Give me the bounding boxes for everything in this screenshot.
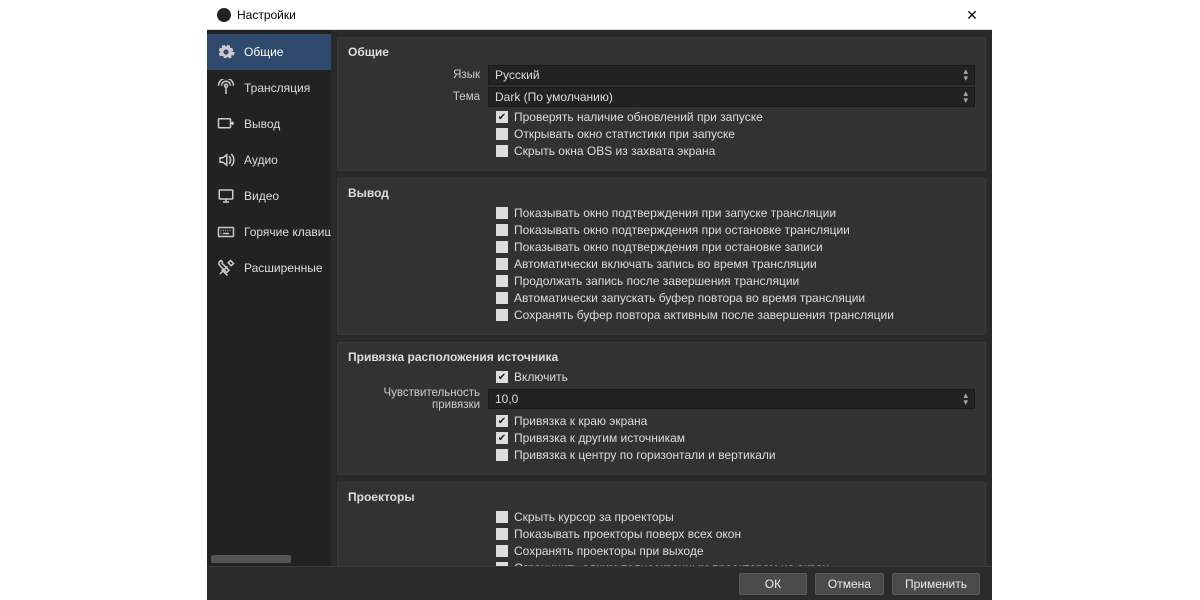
content-area: Общие Язык Русский ▴▾ Тема Dark (По умо [331,30,992,566]
chevron-updown-icon: ▴▾ [963,68,968,82]
titlebar: Настройки ✕ [207,0,992,30]
language-combo[interactable]: Русский ▴▾ [488,65,975,85]
speaker-icon [215,151,237,169]
group-title: Общие [348,45,975,59]
snap-to-edge-checkbox[interactable]: ✔Привязка к краю экрана [348,414,975,428]
theme-value: Dark (По умолчанию) [495,90,613,104]
group-snapping: Привязка расположения источника ✔Включит… [337,342,986,475]
checked-icon: ✔ [496,415,508,427]
group-title: Проекторы [348,490,975,504]
keep-replay-checkbox[interactable]: Сохранять буфер повтора активным после з… [348,308,975,322]
unchecked-icon [496,241,508,253]
language-value: Русский [495,68,540,82]
sidebar: Общие Трансляция Вывод Аудио Видео Горяч… [207,30,331,566]
language-label: Язык [348,69,488,81]
sidebar-item-label: Горячие клавиши [244,225,331,239]
unchecked-icon [496,224,508,236]
sidebar-item-hotkeys[interactable]: Горячие клавиши [207,214,331,250]
confirm-stop-stream-checkbox[interactable]: Показывать окно подтверждения при остано… [348,223,975,237]
group-general: Общие Язык Русский ▴▾ Тема Dark (По умо [337,37,986,171]
check-updates-checkbox[interactable]: ✔Проверять наличие обновлений при запуск… [348,110,975,124]
keyboard-icon [215,223,237,241]
group-title: Вывод [348,186,975,200]
sidebar-item-label: Общие [244,45,283,59]
snap-sensitivity-value: 10,0 [495,392,518,406]
unchecked-icon [496,207,508,219]
theme-combo[interactable]: Dark (По умолчанию) ▴▾ [488,87,975,107]
unchecked-icon [496,145,508,157]
sidebar-item-stream[interactable]: Трансляция [207,70,331,106]
sidebar-item-audio[interactable]: Аудио [207,142,331,178]
group-output: Вывод Показывать окно подтверждения при … [337,178,986,335]
ok-button[interactable]: ОК [739,573,807,595]
sidebar-scrollbar[interactable] [207,552,331,566]
auto-record-checkbox[interactable]: Автоматически включать запись во время т… [348,257,975,271]
spinner-icon: ▴▾ [963,392,968,406]
snap-enable-checkbox[interactable]: ✔Включить [348,370,975,384]
checked-icon: ✔ [496,432,508,444]
projector-on-top-checkbox[interactable]: Показывать проекторы поверх всех окон [348,527,975,541]
gear-icon [215,43,237,61]
tools-icon [215,259,237,277]
group-projectors: Проекторы Скрыть курсор за проекторы Пок… [337,482,986,566]
confirm-stop-record-checkbox[interactable]: Показывать окно подтверждения при остано… [348,240,975,254]
unchecked-icon [496,528,508,540]
chevron-updown-icon: ▴▾ [963,90,968,104]
sidebar-item-output[interactable]: Вывод [207,106,331,142]
projector-hide-cursor-checkbox[interactable]: Скрыть курсор за проекторы [348,510,975,524]
obs-logo-icon [217,8,231,22]
unchecked-icon [496,309,508,321]
close-button[interactable]: ✕ [952,0,992,30]
sidebar-item-label: Трансляция [244,81,310,95]
settings-window: Настройки ✕ Общие Трансляция Вывод Аудио [207,0,992,600]
unchecked-icon [496,449,508,461]
confirm-start-stream-checkbox[interactable]: Показывать окно подтверждения при запуск… [348,206,975,220]
snap-sensitivity-spinner[interactable]: 10,0 ▴▾ [488,389,975,409]
sidebar-item-advanced[interactable]: Расширенные [207,250,331,286]
apply-button[interactable]: Применить [892,573,980,595]
theme-label: Тема [348,91,488,103]
sidebar-item-general[interactable]: Общие [207,34,331,70]
group-title: Привязка расположения источника [348,350,975,364]
unchecked-icon [496,128,508,140]
open-stats-checkbox[interactable]: Открывать окно статистики при запуске [348,127,975,141]
unchecked-icon [496,545,508,557]
snap-sensitivity-label: Чувствительность привязки [348,387,488,411]
unchecked-icon [496,258,508,270]
sidebar-item-label: Аудио [244,153,278,167]
keep-recording-checkbox[interactable]: Продолжать запись после завершения транс… [348,274,975,288]
content-scroll[interactable]: Общие Язык Русский ▴▾ Тема Dark (По умо [331,30,992,566]
checked-icon: ✔ [496,111,508,123]
cancel-button[interactable]: Отмена [815,573,884,595]
projector-limit-one-checkbox[interactable]: Ограничить одним полноэкранным проекторо… [348,561,975,566]
unchecked-icon [496,511,508,523]
unchecked-icon [496,292,508,304]
window-body: Общие Трансляция Вывод Аудио Видео Горяч… [207,30,992,566]
projector-save-exit-checkbox[interactable]: Сохранять проекторы при выходе [348,544,975,558]
antenna-icon [215,79,237,97]
unchecked-icon [496,275,508,287]
hide-obs-checkbox[interactable]: Скрыть окна OBS из захвата экрана [348,144,975,158]
sidebar-item-label: Видео [244,189,279,203]
snap-to-other-checkbox[interactable]: ✔Привязка к другим источникам [348,431,975,445]
sidebar-item-label: Расширенные [244,261,323,275]
checked-icon: ✔ [496,371,508,383]
monitor-icon [215,187,237,205]
window-title: Настройки [237,8,296,22]
sidebar-item-video[interactable]: Видео [207,178,331,214]
output-icon [215,115,237,133]
unchecked-icon [496,562,508,566]
auto-replay-checkbox[interactable]: Автоматически запускать буфер повтора во… [348,291,975,305]
sidebar-item-label: Вывод [244,117,280,131]
footer: ОК Отмена Применить [207,566,992,600]
snap-to-center-checkbox[interactable]: Привязка к центру по горизонтали и верти… [348,448,975,462]
